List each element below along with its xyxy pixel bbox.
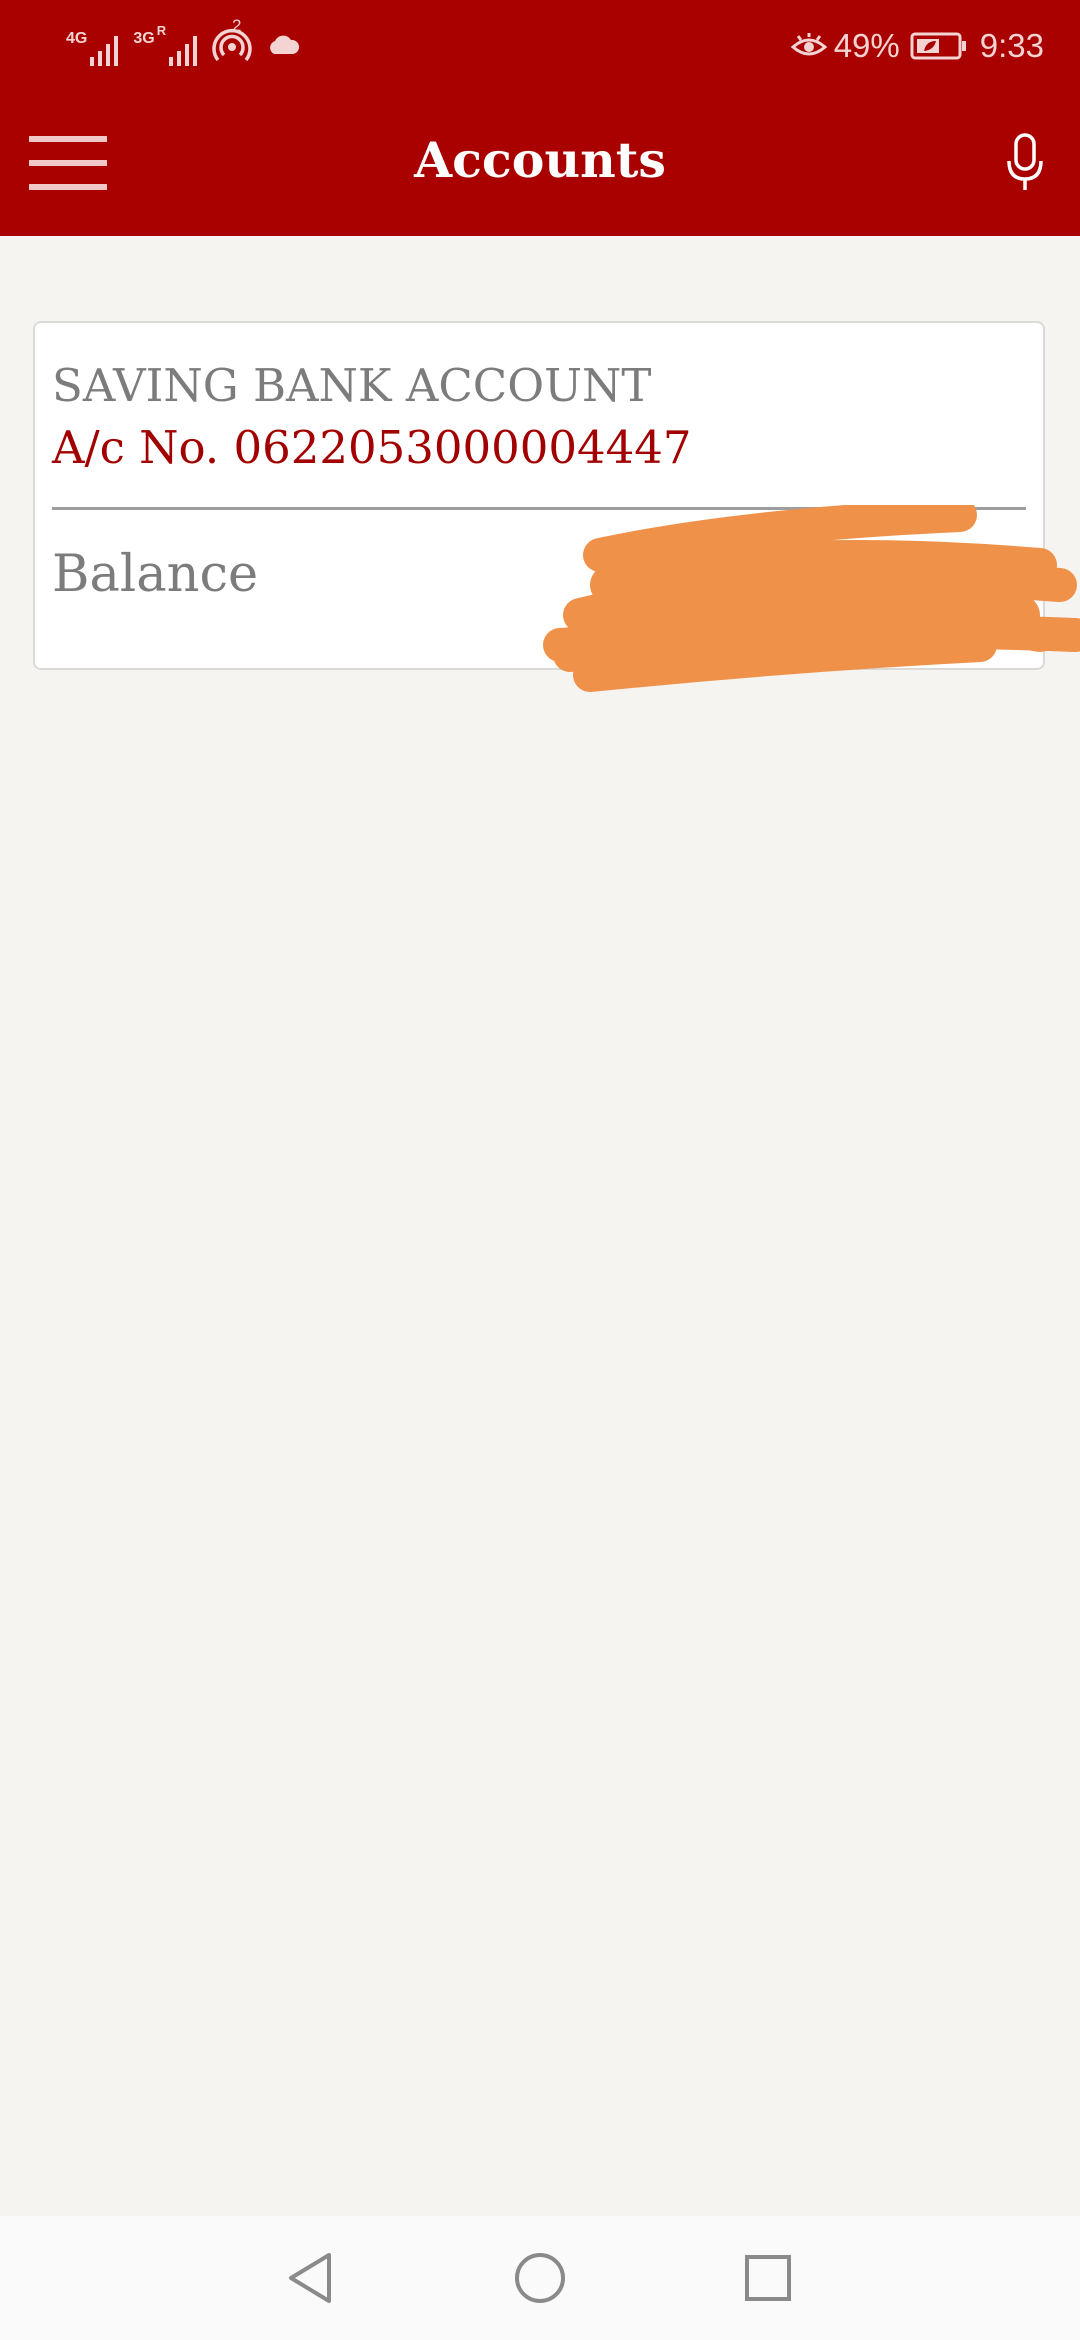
battery-icon — [910, 32, 966, 60]
hotspot-count: 2 — [232, 16, 242, 35]
roaming-mark: R — [156, 23, 167, 38]
account-card[interactable]: SAVING BANK ACCOUNT A/c No. 062205300000… — [33, 321, 1045, 670]
status-time: 9:33 — [979, 27, 1044, 64]
balance-value: 1 — [996, 551, 1029, 610]
status-right-icons: 49% 9:33 — [790, 22, 1044, 70]
network-1: 4G — [66, 23, 123, 67]
microphone-icon — [1007, 133, 1043, 190]
page-title: Accounts — [414, 131, 666, 189]
network-type-2: 3G — [133, 30, 155, 47]
status-left-icons: 4G 3G R — [66, 18, 300, 72]
signal-icon — [169, 36, 198, 66]
network-2: 3G R — [133, 23, 202, 67]
account-type: SAVING BANK ACCOUNT — [52, 359, 652, 412]
voice-search-button[interactable] — [990, 124, 1060, 202]
status-bar: 4G 3G R 2 49% 9:33 — [0, 0, 1080, 90]
recents-icon — [745, 2255, 791, 2301]
cloud-icon — [270, 35, 300, 54]
home-icon — [515, 2253, 565, 2303]
recents-button[interactable] — [726, 2236, 810, 2320]
system-navigation-bar — [0, 2216, 1080, 2340]
battery-percent: 49% — [833, 27, 900, 64]
back-button[interactable] — [268, 2236, 352, 2320]
card-divider — [52, 507, 1026, 510]
signal-icon — [90, 36, 119, 66]
home-button[interactable] — [498, 2236, 582, 2320]
network-type-1: 4G — [66, 30, 88, 47]
app-bar: Accounts — [0, 90, 1080, 236]
account-number: A/c No. 0622053000004447 — [52, 421, 692, 474]
balance-label: Balance — [52, 545, 259, 604]
back-icon — [289, 2253, 331, 2303]
eye-comfort-icon — [790, 33, 827, 56]
